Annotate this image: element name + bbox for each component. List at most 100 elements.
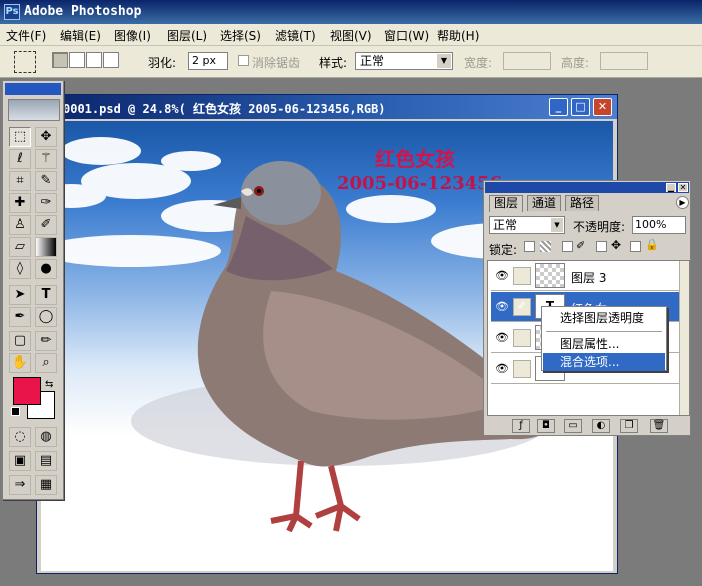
standard-mode-icon[interactable]: ◌ [9,427,31,447]
fullscreen-mode-icon[interactable]: ▤ [35,451,57,471]
default-colors-icon[interactable] [11,407,20,416]
toolbox-title-bar[interactable] [5,83,61,95]
brush-tool-icon[interactable]: ✑ [35,193,57,213]
palette-minimize-icon[interactable]: ▁ [666,183,676,192]
jump-to-imageready-icon[interactable]: ⇒ [9,475,31,495]
layer-link-icon[interactable] [513,267,531,285]
antialias-checkbox[interactable] [238,55,249,66]
foreground-color-swatch[interactable] [13,377,41,405]
menu-filter[interactable]: 滤镜(T) [275,27,316,44]
palette-close-icon[interactable]: ✕ [678,183,688,192]
toolbox: ⬚ ✥ ℓ ⚚ ⌗ ✎ ✚ ✑ ♙ ✐ ▱ ◊ ● ➤ T ✒ ◯ ▢ ✏ ✋ … [2,80,64,500]
opacity-label: 不透明度: [573,220,626,234]
clone-stamp-icon[interactable]: ♙ [9,215,31,235]
eye-icon[interactable]: 👁 [493,298,511,316]
lasso-tool-icon[interactable]: ℓ [9,149,31,169]
lock-all-checkbox[interactable] [630,241,641,252]
gradient-tool-icon[interactable] [35,237,57,257]
layer-style-icon[interactable]: ƒ [512,419,530,433]
eye-icon[interactable]: 👁 [493,267,511,285]
notes-tool-icon[interactable]: ▢ [9,331,31,351]
intersect-selection-icon[interactable] [103,52,119,68]
menu-view[interactable]: 视图(V) [330,27,372,44]
layer-link-icon[interactable] [513,360,531,378]
slice-tool-icon[interactable]: ✎ [35,171,57,191]
add-selection-icon[interactable] [69,52,85,68]
adobe-online-icon[interactable] [8,99,60,121]
layer-mask-icon[interactable]: ◘ [537,419,555,433]
document-title: 0001.psd @ 24.8%( 红色女孩 2005-06-123456,RG… [63,102,386,116]
path-select-icon[interactable]: ➤ [9,285,31,305]
document-title-bar[interactable]: 0001.psd @ 24.8%( 红色女孩 2005-06-123456,RG… [37,95,617,119]
maximize-icon[interactable]: □ [571,98,590,116]
eraser-tool-icon[interactable]: ▱ [9,237,31,257]
width-label: 宽度: [464,56,493,70]
screen-mode-icon[interactable]: ▣ [9,451,31,471]
hand-tool-icon[interactable]: ✋ [9,353,31,373]
menu-layer[interactable]: 图层(L) [167,27,207,44]
height-label: 高度: [561,56,590,70]
layer-row[interactable]: 👁 图层 3 [491,261,679,291]
magic-wand-icon[interactable]: ⚚ [35,149,57,169]
marquee-tool-icon[interactable]: ⬚ [9,127,31,147]
palette-menu-icon[interactable]: ▶ [676,196,689,209]
app-title-bar: Ps Adobe Photoshop [0,0,702,24]
eyedropper-icon[interactable]: ✏ [35,331,57,351]
tab-layers[interactable]: 图层 [489,195,524,212]
layer-link-icon[interactable] [513,329,531,347]
lock-pixels-checkbox[interactable] [562,241,573,252]
crop-tool-icon[interactable]: ⌗ [9,171,31,191]
eye-icon[interactable]: 👁 [493,360,511,378]
options-bar: 羽化: 2 px 消除锯齿 样式: 正常 ▼ 宽度: 高度: [0,46,702,78]
menu-item-select-layer-transparency[interactable]: 选择图层透明度 [543,309,665,327]
pen-tool-icon[interactable]: ✒ [9,307,31,327]
photoshop-logo-icon: Ps [4,4,20,20]
menu-file[interactable]: 文件(F) [6,27,46,44]
palette-title-bar[interactable] [485,182,689,193]
menu-image[interactable]: 图像(I) [114,27,151,44]
brush-icon[interactable]: ✐ [513,298,531,316]
quick-mask-icon[interactable]: ◍ [35,427,57,447]
move-lock-icon: ✥ [611,238,622,252]
marquee-preset-icon[interactable] [14,51,36,73]
new-selection-icon[interactable] [52,52,68,68]
type-tool-icon[interactable]: T [35,285,57,305]
feather-input[interactable]: 2 px [188,52,228,70]
menu-item-layer-properties[interactable]: 图层属性... [543,335,665,353]
overlay-title-text: 红色女孩 [375,147,455,171]
menu-edit[interactable]: 编辑(E) [60,27,101,44]
lock-transparency-checkbox[interactable] [524,241,535,252]
tab-paths[interactable]: 路径 [565,195,600,211]
subtract-selection-icon[interactable] [86,52,102,68]
adjustment-layer-icon[interactable]: ◐ [592,419,610,433]
ellipse-tool-icon[interactable]: ◯ [35,307,57,327]
history-brush-icon[interactable]: ✐ [35,215,57,235]
menu-help[interactable]: 帮助(H) [437,27,479,44]
new-set-icon[interactable]: ▭ [564,419,582,433]
minimize-icon[interactable]: _ [549,98,568,116]
zoom-tool-icon[interactable]: ⌕ [35,353,57,373]
tab-channels[interactable]: 通道 [527,195,562,211]
blur-tool-icon[interactable]: ◊ [9,259,31,279]
dodge-tool-icon[interactable]: ● [35,259,57,279]
opacity-input[interactable]: 100% [632,216,686,234]
style-label: 样式: [319,56,348,70]
chevron-down-icon: ▼ [437,54,451,68]
lock-position-checkbox[interactable] [596,241,607,252]
layer-scrollbar[interactable] [679,261,689,415]
trash-icon[interactable]: 🗑 [650,419,668,433]
healing-brush-icon[interactable]: ✚ [9,193,31,213]
new-layer-icon[interactable]: ❐ [620,419,638,433]
eye-icon[interactable]: 👁 [493,329,511,347]
blend-mode-select[interactable]: 正常 ▼ [489,216,565,234]
close-icon[interactable]: ✕ [593,98,612,116]
style-select[interactable]: 正常 ▼ [355,52,453,70]
menu-select[interactable]: 选择(S) [220,27,261,44]
menu-item-blending-options[interactable]: 混合选项... [543,353,665,371]
menu-window[interactable]: 窗口(W) [384,27,429,44]
move-tool-icon[interactable]: ✥ [35,127,57,147]
lock-transparency-icon [540,241,551,252]
imageready-icon[interactable]: ▦ [35,475,57,495]
swap-colors-icon[interactable]: ⇆ [45,379,53,390]
layer-thumbnail [535,263,565,288]
